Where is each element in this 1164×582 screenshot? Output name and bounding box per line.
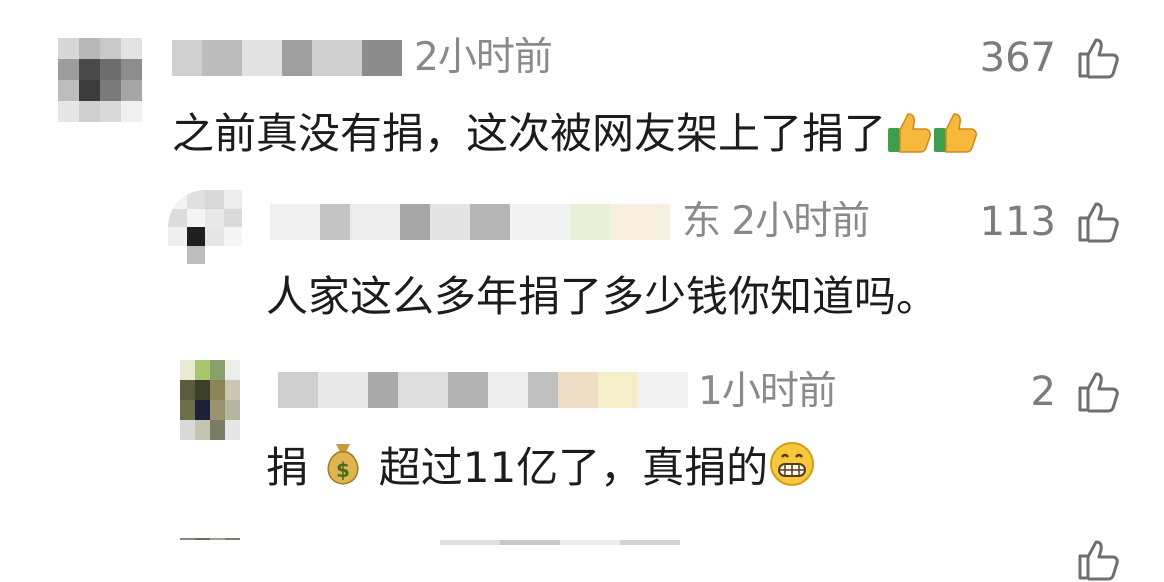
- avatar[interactable]: [180, 538, 240, 545]
- money-bag-emoji: $: [327, 444, 359, 485]
- username-redacted[interactable]: [270, 204, 670, 240]
- comment-text-part: 捐: [266, 443, 309, 492]
- svg-text:$: $: [336, 458, 350, 482]
- comment-meta: 东 2小时前: [682, 199, 870, 244]
- like-count: 367: [979, 35, 1056, 81]
- avatar[interactable]: [180, 360, 240, 440]
- comment-time: 1小时前: [698, 369, 837, 414]
- thumbs-up-icon[interactable]: [1076, 536, 1122, 582]
- avatar[interactable]: [58, 38, 142, 122]
- thumbs-up-emoji: [934, 113, 978, 153]
- reply-item: 1小时前 2 捐 $ 超过11亿了，真捐的: [0, 340, 1164, 510]
- username-fragment: 东: [682, 199, 721, 244]
- comment-text: 人家这么多年捐了多少钱你知道吗。: [266, 272, 939, 321]
- comment-time: 2小时前: [731, 199, 870, 244]
- reply-item: [0, 510, 1164, 581]
- like-count: 113: [979, 199, 1056, 245]
- comment-text-part: 之前真没有捐，这次被网友架上了捐了: [172, 109, 887, 158]
- like-count: 2: [1030, 369, 1056, 415]
- thumbs-up-emoji: [888, 113, 932, 153]
- grinning-face-emoji: [770, 442, 815, 486]
- reply-item: 东 2小时前 113 人家这么多年捐了多少钱你知道吗。: [0, 180, 1164, 340]
- username-redacted[interactable]: [172, 40, 402, 76]
- avatar[interactable]: [168, 190, 242, 264]
- thumbs-up-icon[interactable]: [1076, 368, 1122, 414]
- username-redacted[interactable]: [440, 540, 680, 545]
- comment-text: 捐 $ 超过11亿了，真捐的: [266, 440, 816, 489]
- comment-text: 之前真没有捐，这次被网友架上了捐了: [172, 110, 978, 155]
- comment-time: 2小时前: [414, 35, 553, 80]
- username-redacted[interactable]: [278, 372, 688, 408]
- thumbs-up-icon[interactable]: [1076, 198, 1122, 244]
- comment-item: 2小时前 367 之前真没有捐，这次被网友架上了捐了: [0, 0, 1164, 180]
- thumbs-up-icon[interactable]: [1076, 34, 1122, 80]
- comment-text-part: 超过11亿了，真捐的: [378, 443, 769, 492]
